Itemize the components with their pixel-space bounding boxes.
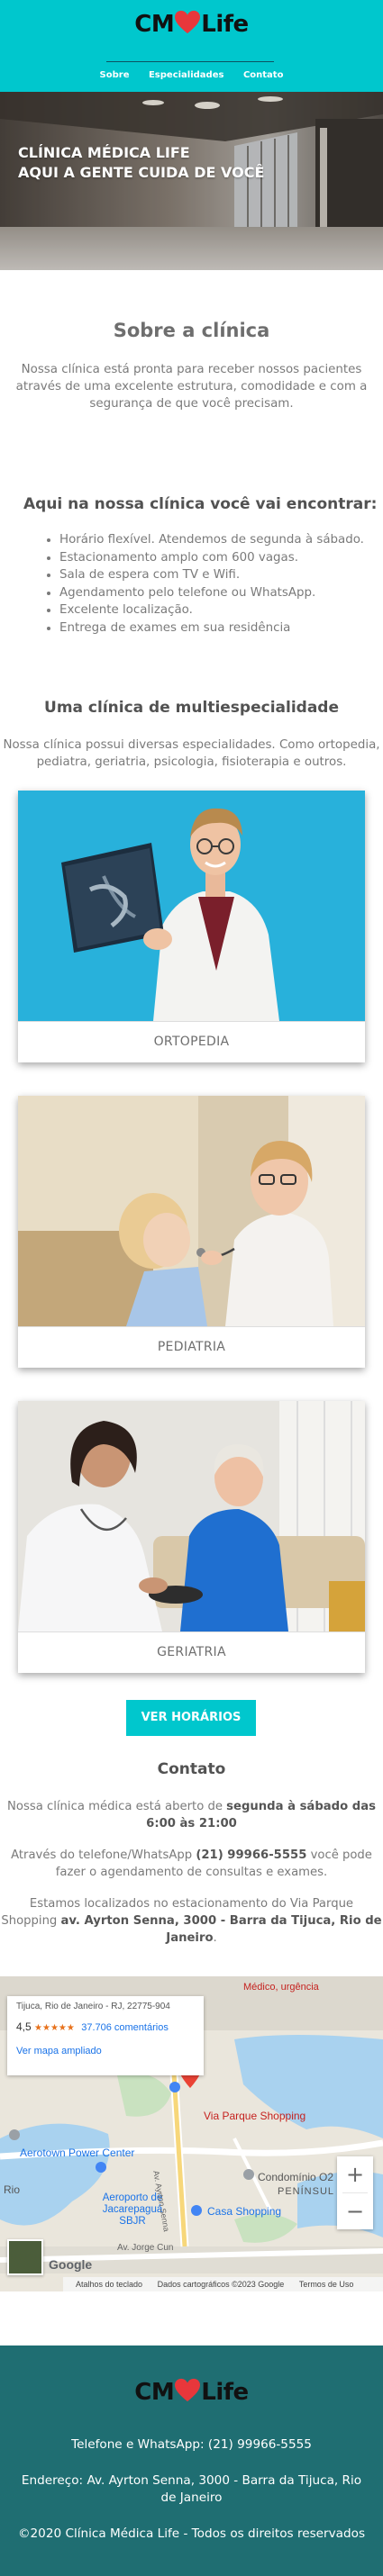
map-data-text: Dados cartográficos ©2023 Google	[157, 2280, 285, 2289]
hours-text: Nossa clínica médica está aberto de	[7, 1800, 227, 1813]
google-logo: Google	[49, 2257, 93, 2272]
map-attribution-bar: Atalhos do teclado Dados cartográficos ©…	[63, 2277, 383, 2291]
map-info-box: Tijuca, Rio de Janeiro - RJ, 22775-904 4…	[7, 1996, 204, 2075]
card-label-pediatria: PEDIATRIA	[18, 1326, 365, 1368]
ver-horarios-button[interactable]: VER HORÁRIOS	[126, 1700, 256, 1736]
contact-hours: Nossa clínica médica está aberto de segu…	[0, 1798, 383, 1832]
ortopedia-photo	[18, 791, 365, 1021]
map-label-rio: Rio	[4, 2183, 21, 2196]
main-nav: Sobre Especialidades Contato	[0, 70, 383, 80]
features-list: Horário flexível. Atendemos de segunda à…	[0, 531, 383, 637]
site-footer: CM Life Telefone e WhatsApp: (21) 99966-5…	[0, 2346, 383, 2576]
phone-text: Através do telefone/WhatsApp	[11, 1848, 196, 1862]
logo-life: Life	[201, 11, 249, 38]
list-item: Agendamento pelo telefone ou WhatsApp.	[59, 584, 383, 602]
location-suffix: .	[213, 1931, 217, 1945]
satellite-toggle[interactable]	[7, 2239, 43, 2275]
card-pediatria[interactable]: PEDIATRIA	[18, 1096, 365, 1368]
terms-link[interactable]: Termos de Uso	[299, 2280, 354, 2289]
geriatria-photo	[18, 1401, 365, 1631]
nav-item-contato[interactable]: Contato	[243, 70, 284, 80]
keyboard-shortcuts-link[interactable]: Atalhos do teclado	[76, 2280, 142, 2289]
list-item: Horário flexível. Atendemos de segunda à…	[59, 531, 383, 549]
card-label-geriatria: GERIATRIA	[18, 1631, 365, 1673]
nav-item-sobre[interactable]: Sobre	[100, 70, 130, 80]
footer-logo-life: Life	[201, 2379, 249, 2406]
hero-heading: CLÍNICA MÉDICA LIFE AQUI A GENTE CUIDA D…	[18, 143, 264, 183]
footer-phone: Telefone e WhatsApp: (21) 99966-5555	[71, 2437, 312, 2452]
list-item: Excelente localização.	[59, 601, 383, 619]
map-label-via-parque[interactable]: Via Parque Shopping	[204, 2110, 305, 2122]
larger-map-link[interactable]: Ver mapa ampliado	[16, 2046, 102, 2056]
phone-value: (21) 99966-5555	[196, 1848, 307, 1862]
footer-logo-cm: CM	[134, 2379, 175, 2406]
star-icon: ★★★★★	[34, 2023, 75, 2033]
card-geriatria[interactable]: GERIATRIA	[18, 1401, 365, 1673]
nav-item-especialidades[interactable]: Especialidades	[149, 70, 223, 80]
about-text: Nossa clínica está pronta para receber n…	[15, 363, 368, 411]
nav-divider	[106, 61, 274, 62]
zoom-out-button[interactable]: −	[337, 2193, 373, 2229]
site-header: CM Life Sobre Especialidades Contato	[0, 0, 383, 92]
specialties-title: Uma clínica de multiespecialidade	[44, 698, 339, 717]
hero-banner: CLÍNICA MÉDICA LIFE AQUI A GENTE CUIDA D…	[0, 92, 383, 270]
location-value: av. Ayrton Senna, 3000 - Barra da Tijuca…	[60, 1914, 382, 1945]
google-map[interactable]: Tijuca, Rio de Janeiro - RJ, 22775-904 4…	[0, 1976, 383, 2291]
card-label-ortopedia: ORTOPEDIA	[18, 1021, 365, 1062]
pediatria-photo	[18, 1096, 365, 1326]
contact-phone: Através do telefone/WhatsApp (21) 99966-…	[0, 1847, 383, 1881]
reviews-link[interactable]: 37.706 comentários	[81, 2022, 169, 2033]
map-label-condominio: Condomínio O2	[258, 2171, 334, 2183]
about-title: Sobre a clínica	[113, 320, 270, 341]
list-item: Entrega de exames em sua residência	[59, 619, 383, 637]
heart-icon	[175, 2378, 201, 2402]
footer-address: Endereço: Av. Ayrton Senna, 3000 - Barra…	[21, 2473, 362, 2505]
rating-value: 4,5	[16, 2020, 32, 2033]
heart-icon	[175, 10, 201, 34]
map-label-peninsula: PENÍNSUL	[278, 2186, 335, 2197]
map-label-medico: Médico, urgência	[243, 1982, 319, 1993]
logo-cm: CM	[134, 11, 175, 38]
specialties-text: Nossa clínica possui diversas especialid…	[3, 737, 380, 769]
hero-line-2: AQUI A GENTE CUIDA DE VOCÊ	[18, 164, 265, 181]
footer-copyright: ©2020 Clínica Médica Life - Todos os dir…	[17, 2526, 366, 2541]
zoom-in-button[interactable]: +	[337, 2156, 373, 2192]
site-logo[interactable]: CM Life	[0, 10, 383, 38]
map-rating: 4,5 ★★★★★ 37.706 comentários	[16, 2020, 169, 2033]
card-ortopedia[interactable]: ORTOPEDIA	[18, 791, 365, 1062]
contact-section: Contato Nossa clínica médica está aberto…	[0, 1760, 383, 1947]
map-label-aerotown[interactable]: Aerotown Power Center	[20, 2147, 134, 2159]
map-zoom-controls: + −	[337, 2156, 373, 2229]
list-item: Sala de espera com TV e Wifi.	[59, 566, 383, 584]
hero-line-1: CLÍNICA MÉDICA LIFE	[18, 144, 190, 161]
contact-location: Estamos localizados no estacionamento do…	[0, 1895, 383, 1947]
map-label-casa-shopping[interactable]: Casa Shopping	[207, 2205, 281, 2218]
footer-logo[interactable]: CM Life	[0, 2378, 383, 2406]
map-address: Tijuca, Rio de Janeiro - RJ, 22775-904	[16, 2002, 170, 2011]
list-item: Estacionamento amplo com 600 vagas.	[59, 549, 383, 567]
contact-title: Contato	[157, 1760, 226, 1778]
map-label-jorge: Av. Jorge Cun	[117, 2243, 174, 2253]
features-title: Aqui na nossa clínica você vai encontrar…	[23, 495, 378, 513]
